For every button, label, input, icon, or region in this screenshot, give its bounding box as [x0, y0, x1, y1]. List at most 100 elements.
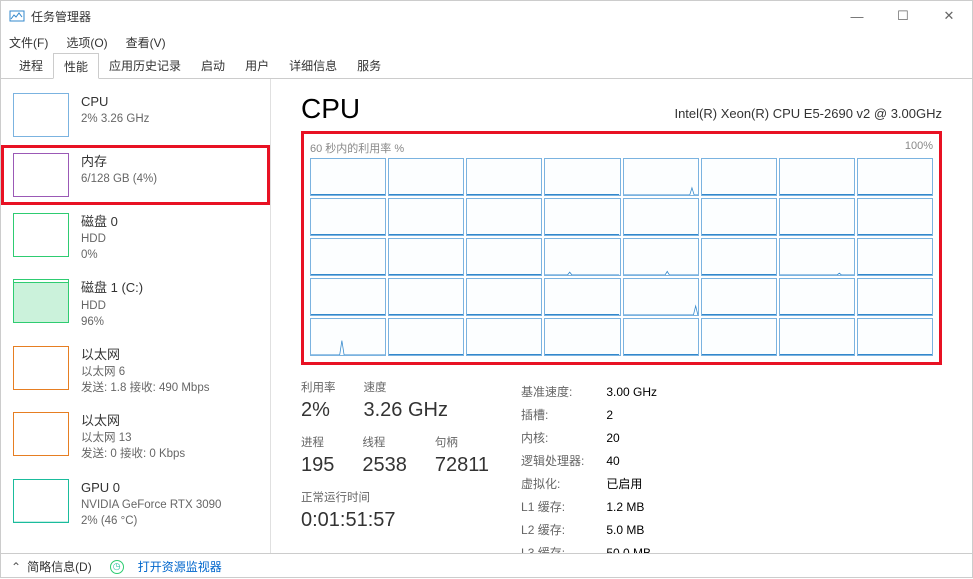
thumb-icon [13, 153, 69, 197]
core-cell [623, 238, 699, 276]
val-cores: 20 [606, 427, 657, 448]
core-cell [701, 278, 777, 316]
core-cell [544, 318, 620, 356]
tab-services[interactable]: 服务 [347, 53, 391, 78]
val-logical: 40 [606, 450, 657, 471]
core-cell [623, 278, 699, 316]
cpu-model: Intel(R) Xeon(R) CPU E5-2690 v2 @ 3.00GH… [674, 106, 942, 121]
val-l1: 1.2 MB [606, 496, 657, 517]
close-button[interactable]: ✕ [926, 1, 972, 31]
core-cell [857, 198, 933, 236]
core-cell [466, 158, 542, 196]
core-cell [310, 278, 386, 316]
core-cell [701, 198, 777, 236]
tab-users[interactable]: 用户 [235, 53, 279, 78]
core-cell [544, 278, 620, 316]
sidebar-item-cpu[interactable]: CPU2% 3.26 GHz [1, 85, 270, 145]
sidebar-sub2: 96% [81, 314, 258, 330]
monitor-icon: ◷ [110, 560, 124, 574]
minimize-button[interactable]: — [834, 1, 880, 31]
sidebar-sub: 以太网 13 [81, 430, 258, 446]
stat-util: 2% [301, 399, 336, 422]
core-cell [701, 238, 777, 276]
core-cell [544, 158, 620, 196]
tab-performance[interactable]: 性能 [53, 53, 99, 79]
core-cell [623, 318, 699, 356]
stat-proc: 195 [301, 454, 334, 477]
core-cell [623, 158, 699, 196]
thumb-icon [13, 279, 69, 323]
sidebar-title: 内存 [81, 153, 258, 171]
val-virt: 已启用 [606, 473, 657, 494]
stat-threads: 2538 [362, 454, 407, 477]
menu-view[interactable]: 查看(V) [126, 34, 166, 51]
sidebar: CPU2% 3.26 GHz内存6/128 GB (4%)磁盘 0HDD0%磁盘… [1, 79, 271, 553]
sidebar-item-mem[interactable]: 内存6/128 GB (4%) [1, 145, 270, 205]
stat-handles: 72811 [435, 454, 489, 477]
tab-app-history[interactable]: 应用历史记录 [99, 53, 191, 78]
core-cell [466, 238, 542, 276]
sidebar-sub: 6/128 GB (4%) [81, 171, 258, 187]
sidebar-sub: HDD [81, 298, 258, 314]
title-bar: 任务管理器 — ☐ ✕ [1, 1, 972, 31]
chevron-up-icon[interactable]: ⌃ [11, 560, 21, 574]
sidebar-sub: HDD [81, 231, 258, 247]
tab-startup[interactable]: 启动 [191, 53, 235, 78]
core-cell [701, 318, 777, 356]
chart-label-right: 100% [905, 140, 933, 156]
core-cell [779, 318, 855, 356]
app-icon [9, 8, 25, 24]
window-title: 任务管理器 [31, 8, 91, 25]
page-title: CPU [301, 93, 360, 125]
sidebar-title: 磁盘 1 (C:) [81, 279, 258, 297]
main-panel: CPU Intel(R) Xeon(R) CPU E5-2690 v2 @ 3.… [271, 79, 972, 553]
core-cell [857, 278, 933, 316]
core-cell [310, 238, 386, 276]
core-cell [779, 238, 855, 276]
sidebar-sub2: 2% (46 °C) [81, 513, 258, 529]
tab-processes[interactable]: 进程 [9, 53, 53, 78]
sidebar-item-eth[interactable]: 以太网以太网 6发送: 1.8 接收: 490 Mbps [1, 338, 270, 404]
core-cell [310, 158, 386, 196]
core-cell [623, 198, 699, 236]
sidebar-item-disk1[interactable]: 磁盘 1 (C:)HDD96% [1, 271, 270, 337]
thumb-icon [13, 479, 69, 523]
core-cell [779, 198, 855, 236]
sidebar-item-gpu[interactable]: GPU 0NVIDIA GeForce RTX 30902% (46 °C) [1, 471, 270, 537]
sidebar-sub: 2% 3.26 GHz [81, 111, 258, 127]
tab-details[interactable]: 详细信息 [279, 53, 347, 78]
status-bar: ⌃ 简略信息(D) ◷ 打开资源监视器 [1, 553, 972, 579]
sidebar-item-disk[interactable]: 磁盘 0HDD0% [1, 205, 270, 271]
val-l3: 50.0 MB [606, 542, 657, 553]
stat-uptime: 0:01:51:57 [301, 509, 489, 532]
core-cell [466, 278, 542, 316]
core-cell [779, 278, 855, 316]
stat-speed: 3.26 GHz [364, 399, 448, 422]
menu-options[interactable]: 选项(O) [66, 34, 107, 51]
core-cell [388, 278, 464, 316]
sidebar-sub: NVIDIA GeForce RTX 3090 [81, 497, 258, 513]
core-cell [857, 318, 933, 356]
menu-file[interactable]: 文件(F) [9, 34, 48, 51]
maximize-button[interactable]: ☐ [880, 1, 926, 31]
sidebar-title: CPU [81, 93, 258, 111]
open-monitor-link[interactable]: 打开资源监视器 [138, 558, 222, 575]
sidebar-sub2: 发送: 1.8 接收: 490 Mbps [81, 380, 258, 396]
core-cell [310, 318, 386, 356]
menu-bar: 文件(F) 选项(O) 查看(V) [1, 31, 972, 53]
core-cell [544, 238, 620, 276]
sidebar-item-eth[interactable]: 以太网以太网 13发送: 0 接收: 0 Kbps [1, 404, 270, 470]
core-cell [466, 198, 542, 236]
stats-left: 利用率2% 速度3.26 GHz 进程195 线程2538 句柄72811 正常… [301, 379, 489, 553]
sidebar-title: 以太网 [81, 346, 258, 364]
stats-right: 基准速度:3.00 GHz 插槽:2 内核:20 逻辑处理器:40 虚拟化:已启… [519, 379, 659, 553]
core-cell [388, 158, 464, 196]
sidebar-sub2: 发送: 0 接收: 0 Kbps [81, 446, 258, 462]
core-cell [388, 198, 464, 236]
core-cell [779, 158, 855, 196]
core-cell [388, 318, 464, 356]
core-cell [701, 158, 777, 196]
thumb-icon [13, 213, 69, 257]
brief-info-btn[interactable]: 简略信息(D) [27, 558, 92, 575]
core-cell [544, 198, 620, 236]
